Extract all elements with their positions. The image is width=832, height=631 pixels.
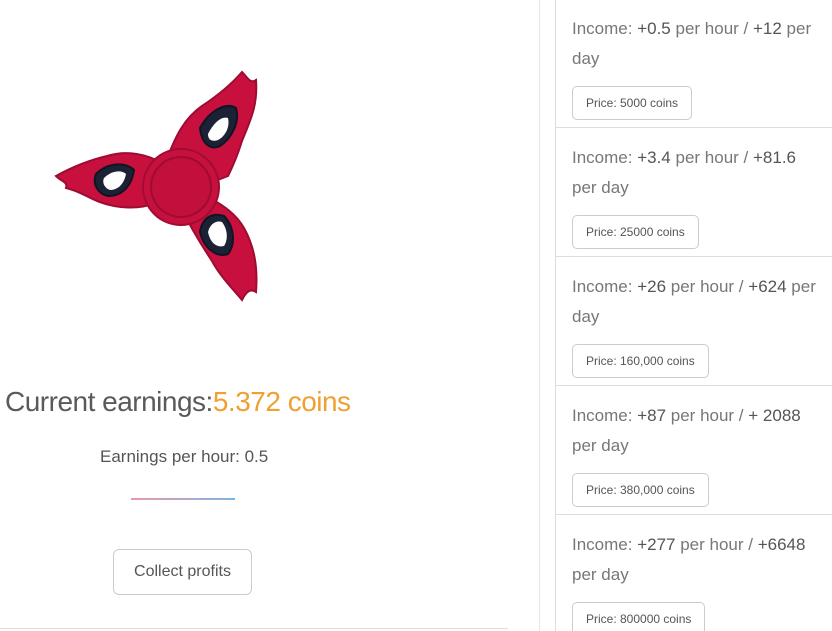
- current-earnings-amount: 5.372 coins: [212, 386, 351, 417]
- hour-value: +0.5: [637, 19, 671, 38]
- upgrade-income: Income: +3.4 per hour / +81.6 per day: [572, 143, 822, 203]
- income-prefix: Income:: [572, 406, 638, 425]
- gradient-divider: [131, 498, 235, 500]
- hour-value: +277: [637, 535, 676, 554]
- fidget-spinner-icon[interactable]: [52, 66, 264, 302]
- buy-upgrade-button[interactable]: Price: 800000 coins: [572, 602, 706, 631]
- day-value: +6648: [757, 535, 806, 554]
- upgrade-list: Income: +0.5 per hour / +12 per day Pric…: [555, 0, 832, 631]
- panel-divider: [539, 0, 540, 631]
- buy-upgrade-button[interactable]: Price: 25000 coins: [572, 215, 699, 249]
- hour-unit: per hour /: [670, 148, 753, 167]
- upgrade-income: Income: +0.5 per hour / +12 per day: [572, 14, 822, 74]
- hour-unit: per hour /: [670, 19, 753, 38]
- day-unit: per day: [572, 436, 629, 455]
- income-prefix: Income:: [572, 277, 638, 296]
- day-value: +12: [752, 19, 782, 38]
- app-root: Current earnings:5.372 coins Earnings pe…: [0, 0, 832, 631]
- upgrade-income: Income: +277 per hour / +6648 per day: [572, 530, 822, 590]
- day-unit: per day: [572, 178, 629, 197]
- hour-unit: per hour /: [666, 277, 749, 296]
- collect-profits-button[interactable]: Collect profits: [113, 549, 252, 595]
- buy-upgrade-button[interactable]: Price: 380,000 coins: [572, 473, 709, 507]
- upgrade-item: Income: +0.5 per hour / +12 per day Pric…: [556, 0, 832, 128]
- upgrade-item: Income: +26 per hour / +624 per day Pric…: [556, 257, 832, 386]
- hour-unit: per hour /: [675, 535, 758, 554]
- day-value: +624: [748, 277, 787, 296]
- earnings-per-hour: Earnings per hour: 0.5: [100, 447, 269, 466]
- income-prefix: Income:: [572, 19, 638, 38]
- upgrade-income: Income: +87 per hour / + 2088 per day: [572, 401, 822, 461]
- upgrade-item: Income: +3.4 per hour / +81.6 per day Pr…: [556, 128, 832, 257]
- buy-upgrade-button[interactable]: Price: 160,000 coins: [572, 344, 709, 378]
- income-prefix: Income:: [572, 148, 638, 167]
- hour-value: +87: [637, 406, 667, 425]
- upgrade-item: Income: +277 per hour / +6648 per day Pr…: [556, 515, 832, 631]
- day-value: + 2088: [748, 406, 801, 425]
- buy-upgrade-button[interactable]: Price: 5000 coins: [572, 86, 693, 120]
- income-prefix: Income:: [572, 535, 638, 554]
- hour-value: +3.4: [637, 148, 671, 167]
- day-value: +81.6: [752, 148, 796, 167]
- spinner-panel: Current earnings:5.372 coins Earnings pe…: [0, 0, 540, 631]
- upgrade-item: Income: +87 per hour / + 2088 per day Pr…: [556, 386, 832, 515]
- upgrade-income: Income: +26 per hour / +624 per day: [572, 272, 822, 332]
- bottom-divider: [0, 628, 508, 629]
- hour-value: +26: [637, 277, 667, 296]
- current-earnings-label: Current earnings:: [5, 386, 213, 417]
- hour-unit: per hour /: [666, 406, 749, 425]
- day-unit: per day: [572, 565, 629, 584]
- current-earnings: Current earnings:5.372 coins: [5, 386, 525, 418]
